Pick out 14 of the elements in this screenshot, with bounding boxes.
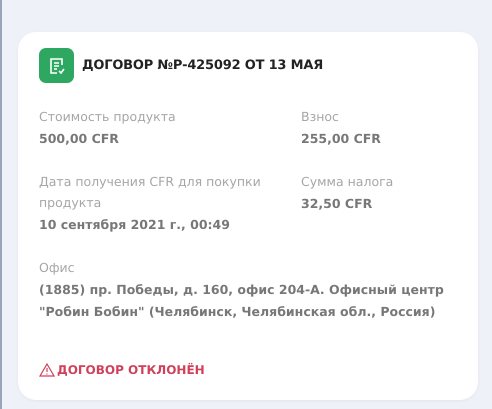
field-value: 32,50 CFR — [301, 195, 374, 213]
field-label: Взнос — [301, 108, 340, 126]
field-value: 255,00 CFR — [301, 130, 382, 148]
field-label: Дата получения CFR для покупки продукта — [39, 173, 262, 212]
status-text: ДОГОВОР ОТКЛОНЁН — [57, 363, 205, 377]
document-check-icon — [39, 48, 74, 83]
field-value: 500,00 CFR — [39, 130, 120, 148]
field-value: 10 сентября 2021 г., 00:49 — [39, 216, 231, 234]
contract-title: ДОГОВОР №Р-425092 ОТ 13 МАЯ — [82, 58, 324, 73]
field-label: Сумма налога — [301, 173, 394, 191]
field-label: Офис — [39, 259, 76, 277]
warning-icon — [39, 363, 55, 377]
field-value: (1885) пр. Победы, д. 160, офис 204-А. Офисный центр "Робин Бобин" (Челябинск, Челябинская обл., Россия) — [39, 281, 445, 321]
field-label: Стоимость продукта — [39, 108, 177, 126]
